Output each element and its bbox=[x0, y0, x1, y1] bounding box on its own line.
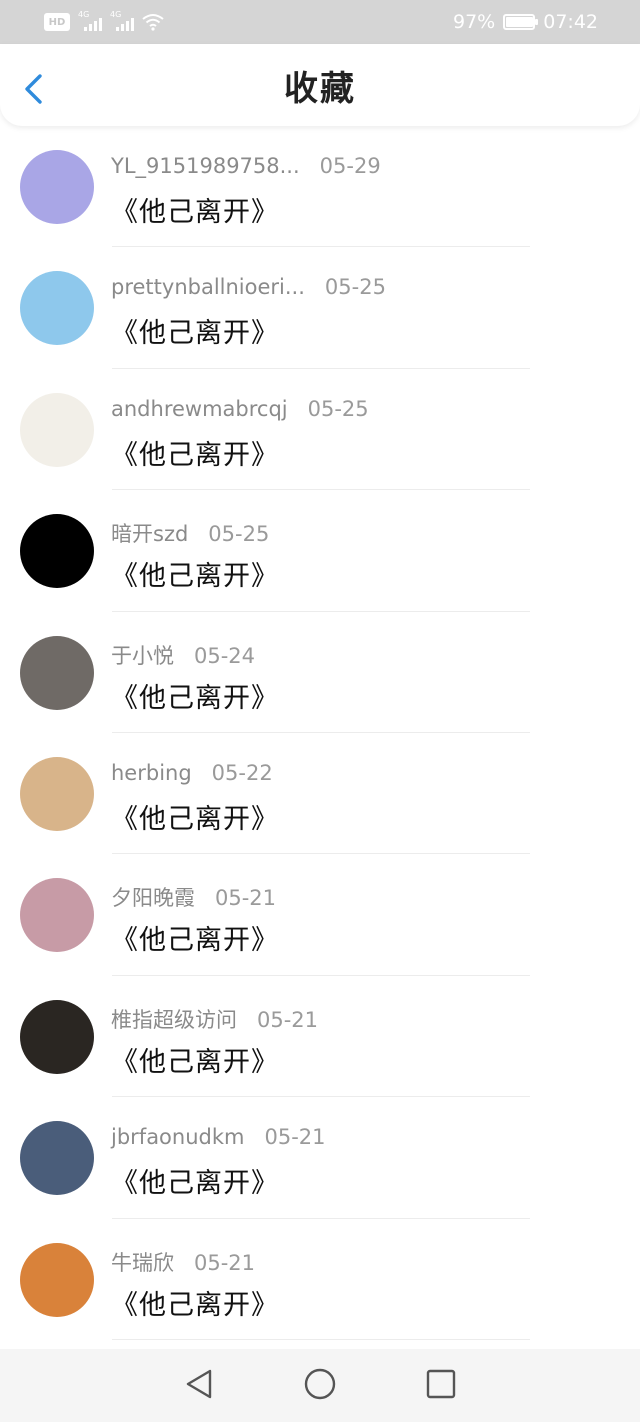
date: 05-21 bbox=[194, 1250, 256, 1275]
avatar[interactable] bbox=[20, 514, 94, 589]
hd-badge: HD bbox=[44, 13, 70, 31]
page-title: 收藏 bbox=[284, 68, 356, 109]
song-title: 《他己离开》 bbox=[111, 318, 279, 350]
item-meta: andhrewmabrcqj 05-25 bbox=[111, 397, 369, 421]
avatar[interactable] bbox=[20, 271, 94, 346]
date: 05-21 bbox=[264, 1125, 326, 1150]
square-recents-icon bbox=[426, 1369, 456, 1398]
date: 05-25 bbox=[307, 396, 369, 421]
song-title: 《他己离开》 bbox=[111, 925, 279, 957]
list-item[interactable]: 椎指超级访问 05-21 《他己离开》 bbox=[0, 976, 640, 1098]
song-title: 《他己离开》 bbox=[111, 439, 279, 471]
battery-percent: 97% bbox=[453, 11, 496, 33]
item-meta: 椎指超级访问 05-21 bbox=[111, 1004, 318, 1034]
username: prettynballnioeri... bbox=[111, 275, 305, 300]
recents-nav-button[interactable] bbox=[426, 1369, 456, 1403]
network-type-1: 4G bbox=[78, 10, 90, 19]
username: andhrewmabrcqj bbox=[111, 396, 288, 421]
favorites-list: YL_9151989758... 05-29 《他己离开》 prettynbal… bbox=[0, 126, 640, 1340]
status-bar: HD 4G 4G 97% 07:42 bbox=[0, 0, 640, 44]
username: 暗开szd bbox=[111, 522, 189, 547]
avatar[interactable] bbox=[20, 756, 94, 831]
username: jbrfaonudkm bbox=[111, 1125, 245, 1150]
song-title: 《他己离开》 bbox=[111, 197, 279, 228]
date: 05-21 bbox=[215, 886, 277, 911]
avatar[interactable] bbox=[20, 878, 94, 953]
item-meta: YL_9151989758... 05-29 bbox=[111, 154, 381, 178]
item-meta: 于小悦 05-24 bbox=[111, 640, 255, 670]
username: 椎指超级访问 bbox=[111, 1007, 237, 1032]
back-button[interactable] bbox=[20, 72, 48, 106]
signal-icon-2: 4G bbox=[110, 10, 134, 31]
username: herbing bbox=[111, 760, 192, 785]
battery-fill bbox=[506, 17, 534, 27]
username: YL_9151989758... bbox=[111, 154, 300, 178]
avatar[interactable] bbox=[20, 1121, 94, 1196]
list-item[interactable]: prettynballnioeri... 05-25 《他己离开》 bbox=[0, 247, 640, 369]
clock: 07:42 bbox=[543, 11, 598, 33]
date: 05-25 bbox=[208, 522, 270, 547]
avatar[interactable] bbox=[20, 999, 94, 1074]
list-item[interactable]: 于小悦 05-24 《他己离开》 bbox=[0, 612, 640, 733]
status-left: HD 4G 4G bbox=[44, 10, 164, 31]
date: 05-21 bbox=[257, 1007, 319, 1032]
song-title: 《他己离开》 bbox=[111, 803, 279, 835]
signal-icon-1: 4G bbox=[78, 10, 102, 31]
item-meta: 暗开szd 05-25 bbox=[111, 518, 269, 548]
username: 牛瑞欣 bbox=[111, 1250, 174, 1275]
battery-icon bbox=[503, 14, 539, 30]
username: 夕阳晚霞 bbox=[111, 886, 195, 911]
song-title: 《他己离开》 bbox=[111, 561, 279, 593]
item-meta: 牛瑞欣 05-21 bbox=[111, 1247, 255, 1277]
avatar[interactable] bbox=[20, 150, 94, 224]
list-item[interactable]: jbrfaonudkm 05-21 《他己离开》 bbox=[0, 1097, 640, 1219]
circle-home-icon bbox=[304, 1368, 336, 1399]
list-item[interactable]: herbing 05-22 《他己离开》 bbox=[0, 733, 640, 855]
triangle-back-icon bbox=[186, 1369, 212, 1398]
app-header: 收藏 bbox=[0, 44, 640, 126]
status-right: 97% 07:42 bbox=[453, 11, 598, 33]
chevron-left-icon bbox=[25, 74, 42, 104]
home-nav-button[interactable] bbox=[304, 1368, 336, 1404]
song-title: 《他己离开》 bbox=[111, 1168, 279, 1200]
wifi-icon bbox=[142, 14, 164, 31]
list-item[interactable]: YL_9151989758... 05-29 《他己离开》 bbox=[0, 126, 640, 248]
item-meta: herbing 05-22 bbox=[111, 761, 273, 785]
item-meta: jbrfaonudkm 05-21 bbox=[111, 1125, 326, 1149]
date: 05-22 bbox=[211, 760, 273, 785]
navigation-bar bbox=[0, 1349, 640, 1422]
network-type-2: 4G bbox=[110, 10, 122, 19]
divider bbox=[112, 1338, 530, 1340]
item-meta: 夕阳晚霞 05-21 bbox=[111, 882, 276, 912]
date: 05-29 bbox=[319, 154, 381, 178]
list-item[interactable]: 牛瑞欣 05-21 《他己离开》 bbox=[0, 1219, 640, 1340]
avatar[interactable] bbox=[20, 392, 94, 467]
song-title: 《他己离开》 bbox=[111, 1046, 279, 1078]
list-item[interactable]: 暗开szd 05-25 《他己离开》 bbox=[0, 490, 640, 612]
song-title: 《他己离开》 bbox=[111, 1289, 279, 1321]
date: 05-24 bbox=[194, 643, 256, 668]
song-title: 《他己离开》 bbox=[111, 682, 279, 714]
back-nav-button[interactable] bbox=[184, 1368, 214, 1404]
avatar[interactable] bbox=[20, 1242, 94, 1317]
username: 于小悦 bbox=[111, 643, 174, 668]
item-meta: prettynballnioeri... 05-25 bbox=[111, 275, 386, 299]
list-item[interactable]: andhrewmabrcqj 05-25 《他己离开》 bbox=[0, 369, 640, 491]
date: 05-25 bbox=[324, 275, 386, 300]
avatar[interactable] bbox=[20, 635, 94, 710]
list-item[interactable]: 夕阳晚霞 05-21 《他己离开》 bbox=[0, 854, 640, 976]
